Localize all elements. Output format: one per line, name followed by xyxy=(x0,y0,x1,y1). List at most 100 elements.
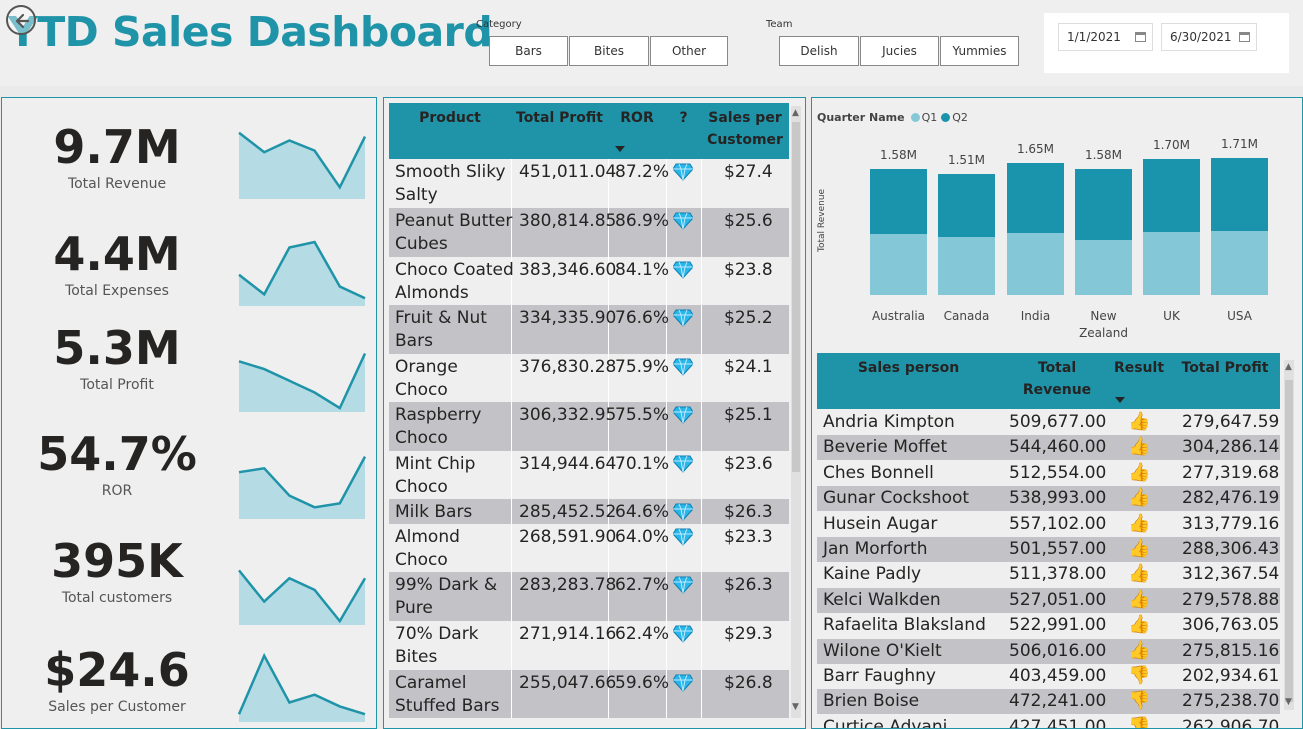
salesperson-row[interactable]: Jan Morforth 501,557.00 👍 288,306.43 xyxy=(817,537,1280,562)
ror-cell: 86.9% xyxy=(615,211,670,231)
header-bar: YTD Sales Dashboard Category Bars Bites … xyxy=(0,0,1303,86)
sparkline-total-profit xyxy=(238,352,367,412)
thumbs-up-icon: 👍 xyxy=(1128,588,1151,610)
bar-q1-canada[interactable] xyxy=(938,237,995,295)
team-option-yummies[interactable]: Yummies xyxy=(940,36,1019,66)
col-header-sales-per-customer[interactable]: Sales per Customer xyxy=(701,107,789,151)
kpi-label: Total Revenue xyxy=(67,176,167,192)
scroll-down-icon[interactable]: ▼ xyxy=(792,702,799,712)
start-date-field[interactable]: 1/1/2021 xyxy=(1058,23,1153,51)
product-name-line: Cubes xyxy=(395,234,448,254)
salesperson-row[interactable]: Curtice Advani 427,451.00 👎 262,906.70 xyxy=(817,715,1280,728)
col-header-total-profit[interactable]: Total Profit xyxy=(511,107,608,129)
kpi-ror: 54.7% ROR xyxy=(2,431,232,499)
calendar-icon[interactable] xyxy=(1239,32,1250,42)
salesperson-row[interactable]: Brien Boise 472,241.00 👎 275,238.70 xyxy=(817,689,1280,715)
salesperson-row[interactable]: Wilone O'Kielt 506,016.00 👍 275,815.16 xyxy=(817,638,1280,664)
product-row[interactable]: Almond Choco 268,591.90 64.0% $23.3 xyxy=(389,524,789,572)
total-profit-cell: 380,814.85 xyxy=(519,211,617,231)
product-row[interactable]: Peanut Butter Cubes 380,814.85 86.9% $25.6 xyxy=(389,208,789,257)
salesperson-row[interactable]: Kelci Walkden 527,051.00 👍 279,578.88 xyxy=(817,587,1280,613)
bar-q1-new-zealand[interactable] xyxy=(1075,239,1132,295)
salesperson-row[interactable]: Gunar Cockshoot 538,993.00 👍 282,476.19 xyxy=(817,486,1280,512)
salesperson-table-header: Sales person Total Revenue Result Total … xyxy=(817,353,1280,409)
product-row[interactable]: Choco Coated Almonds 383,346.60 84.1% $23.8 xyxy=(389,257,789,305)
product-table-scrollbar[interactable]: ▲ ▼ xyxy=(791,106,801,718)
product-row[interactable]: Fruit & Nut Bars 334,335.90 76.6% $25.2 xyxy=(389,305,789,354)
product-name-line: Choco xyxy=(395,550,448,570)
product-row[interactable]: Raspberry Choco 306,332.95 75.5% $25.1 xyxy=(389,402,789,451)
x-axis-label: Canada xyxy=(943,309,990,323)
bar-q1-australia[interactable] xyxy=(870,234,927,295)
salesperson-row[interactable]: Husein Augar 557,102.00 👍 313,779.16 xyxy=(817,512,1280,537)
bar-q1-uk[interactable] xyxy=(1143,231,1200,295)
col-header-total-revenue[interactable]: Total Revenue xyxy=(1017,357,1097,401)
bar-q2-uk[interactable] xyxy=(1143,159,1200,232)
back-button[interactable] xyxy=(6,5,36,35)
salesperson-row[interactable]: Kaine Padly 511,378.00 👍 312,367.54 xyxy=(817,562,1280,587)
scroll-up-icon[interactable]: ▲ xyxy=(1285,362,1292,372)
salesperson-row[interactable]: Ches Bonnell 512,554.00 👍 277,319.68 xyxy=(817,461,1280,486)
col-header-total-profit[interactable]: Total Profit xyxy=(1170,357,1280,379)
col-header-ror[interactable]: ROR xyxy=(608,107,666,129)
sales-person-cell: Gunar Cockshoot xyxy=(823,488,970,509)
product-name-line: Milk Bars xyxy=(395,502,473,522)
team-option-jucies[interactable]: Jucies xyxy=(860,36,939,66)
bar-q1-usa[interactable] xyxy=(1211,231,1268,295)
kpi-label: ROR xyxy=(101,483,133,499)
diamond-icon xyxy=(673,576,693,594)
column-divider xyxy=(701,621,702,670)
team-slicer-label: Team xyxy=(766,19,793,30)
category-option-bites[interactable]: Bites xyxy=(569,36,649,66)
ror-cell: 75.5% xyxy=(615,405,670,425)
team-option-delish[interactable]: Delish xyxy=(779,36,859,66)
ror-cell: 64.0% xyxy=(615,527,670,547)
col-header-product[interactable]: Product xyxy=(389,107,511,129)
product-row[interactable]: 70% Dark Bites 271,914.16 62.4% $29.3 xyxy=(389,621,789,670)
end-date-value: 6/30/2021 xyxy=(1170,30,1232,44)
salesperson-table-scrollbar[interactable]: ▲ ▼ xyxy=(1284,360,1294,710)
scrollbar-thumb[interactable] xyxy=(1285,380,1293,702)
bar-q2-australia[interactable] xyxy=(870,168,927,235)
salesperson-row[interactable]: Andria Kimpton 509,677.00 👍 279,647.59 xyxy=(817,410,1280,435)
column-divider xyxy=(511,572,512,621)
salesperson-row[interactable]: Barr Faughny 403,459.00 👎 202,934.61 xyxy=(817,664,1280,689)
bar-q2-canada[interactable] xyxy=(938,174,995,238)
product-name-line: Almond xyxy=(395,527,460,547)
product-row[interactable]: 99% Dark & Pure 283,283.78 62.7% $26.3 xyxy=(389,572,789,621)
salesperson-row[interactable]: Rafaelita Blaksland 522,991.00 👍 306,763.05 xyxy=(817,613,1280,638)
product-row[interactable]: Mint Chip Choco 314,944.64 70.1% $23.6 xyxy=(389,451,789,499)
sort-descending-icon xyxy=(1115,397,1125,403)
bar-q2-new-zealand[interactable] xyxy=(1075,168,1132,240)
col-header-sales-person[interactable]: Sales person xyxy=(817,357,1000,379)
bar-total-label: 1.71M xyxy=(1220,137,1259,152)
product-row[interactable]: Milk Bars 285,452.52 64.6% $26.3 xyxy=(389,499,789,524)
product-row[interactable]: Orange Choco 376,830.28 75.9% $24.1 xyxy=(389,354,789,402)
bar-q2-usa[interactable] xyxy=(1211,158,1268,231)
total-revenue-cell: 403,459.00 xyxy=(1009,666,1107,686)
product-row[interactable]: Caramel Stuffed Bars 255,047.66 59.6% $26.8 xyxy=(389,670,789,718)
category-option-bars[interactable]: Bars xyxy=(489,36,568,66)
ror-cell: 59.6% xyxy=(615,673,670,693)
thumbs-up-icon: 👍 xyxy=(1128,538,1151,559)
end-date-field[interactable]: 6/30/2021 xyxy=(1161,23,1257,51)
product-row[interactable]: Smooth Sliky Salty 451,011.04 87.2% $27.4 xyxy=(389,159,789,208)
salesperson-row[interactable]: Beverie Moffet 544,460.00 👍 304,286.14 xyxy=(817,435,1280,461)
legend-item-q2[interactable]: Q2 xyxy=(952,111,968,124)
total-revenue-cell: 544,460.00 xyxy=(1009,437,1107,458)
total-profit-cell: 314,944.64 xyxy=(519,454,617,474)
scroll-up-icon[interactable]: ▲ xyxy=(792,108,799,118)
bar-total-label: 1.58M xyxy=(1084,147,1123,162)
col-header-result[interactable]: Result xyxy=(1108,357,1170,379)
col-header-indicator[interactable]: ? xyxy=(666,107,701,129)
scroll-down-icon[interactable]: ▼ xyxy=(1285,697,1292,707)
calendar-icon[interactable] xyxy=(1135,32,1146,42)
legend-item-q1[interactable]: Q1 xyxy=(922,111,938,124)
bar-q2-india[interactable] xyxy=(1007,163,1064,233)
scrollbar-thumb[interactable] xyxy=(792,122,800,472)
chart-y-axis-label: Total Revenue xyxy=(817,188,827,252)
category-option-other[interactable]: Other xyxy=(650,36,728,66)
total-profit-cell: 279,578.88 xyxy=(1182,589,1280,610)
bar-q1-india[interactable] xyxy=(1007,232,1064,295)
product-name-line: Choco xyxy=(395,477,448,497)
